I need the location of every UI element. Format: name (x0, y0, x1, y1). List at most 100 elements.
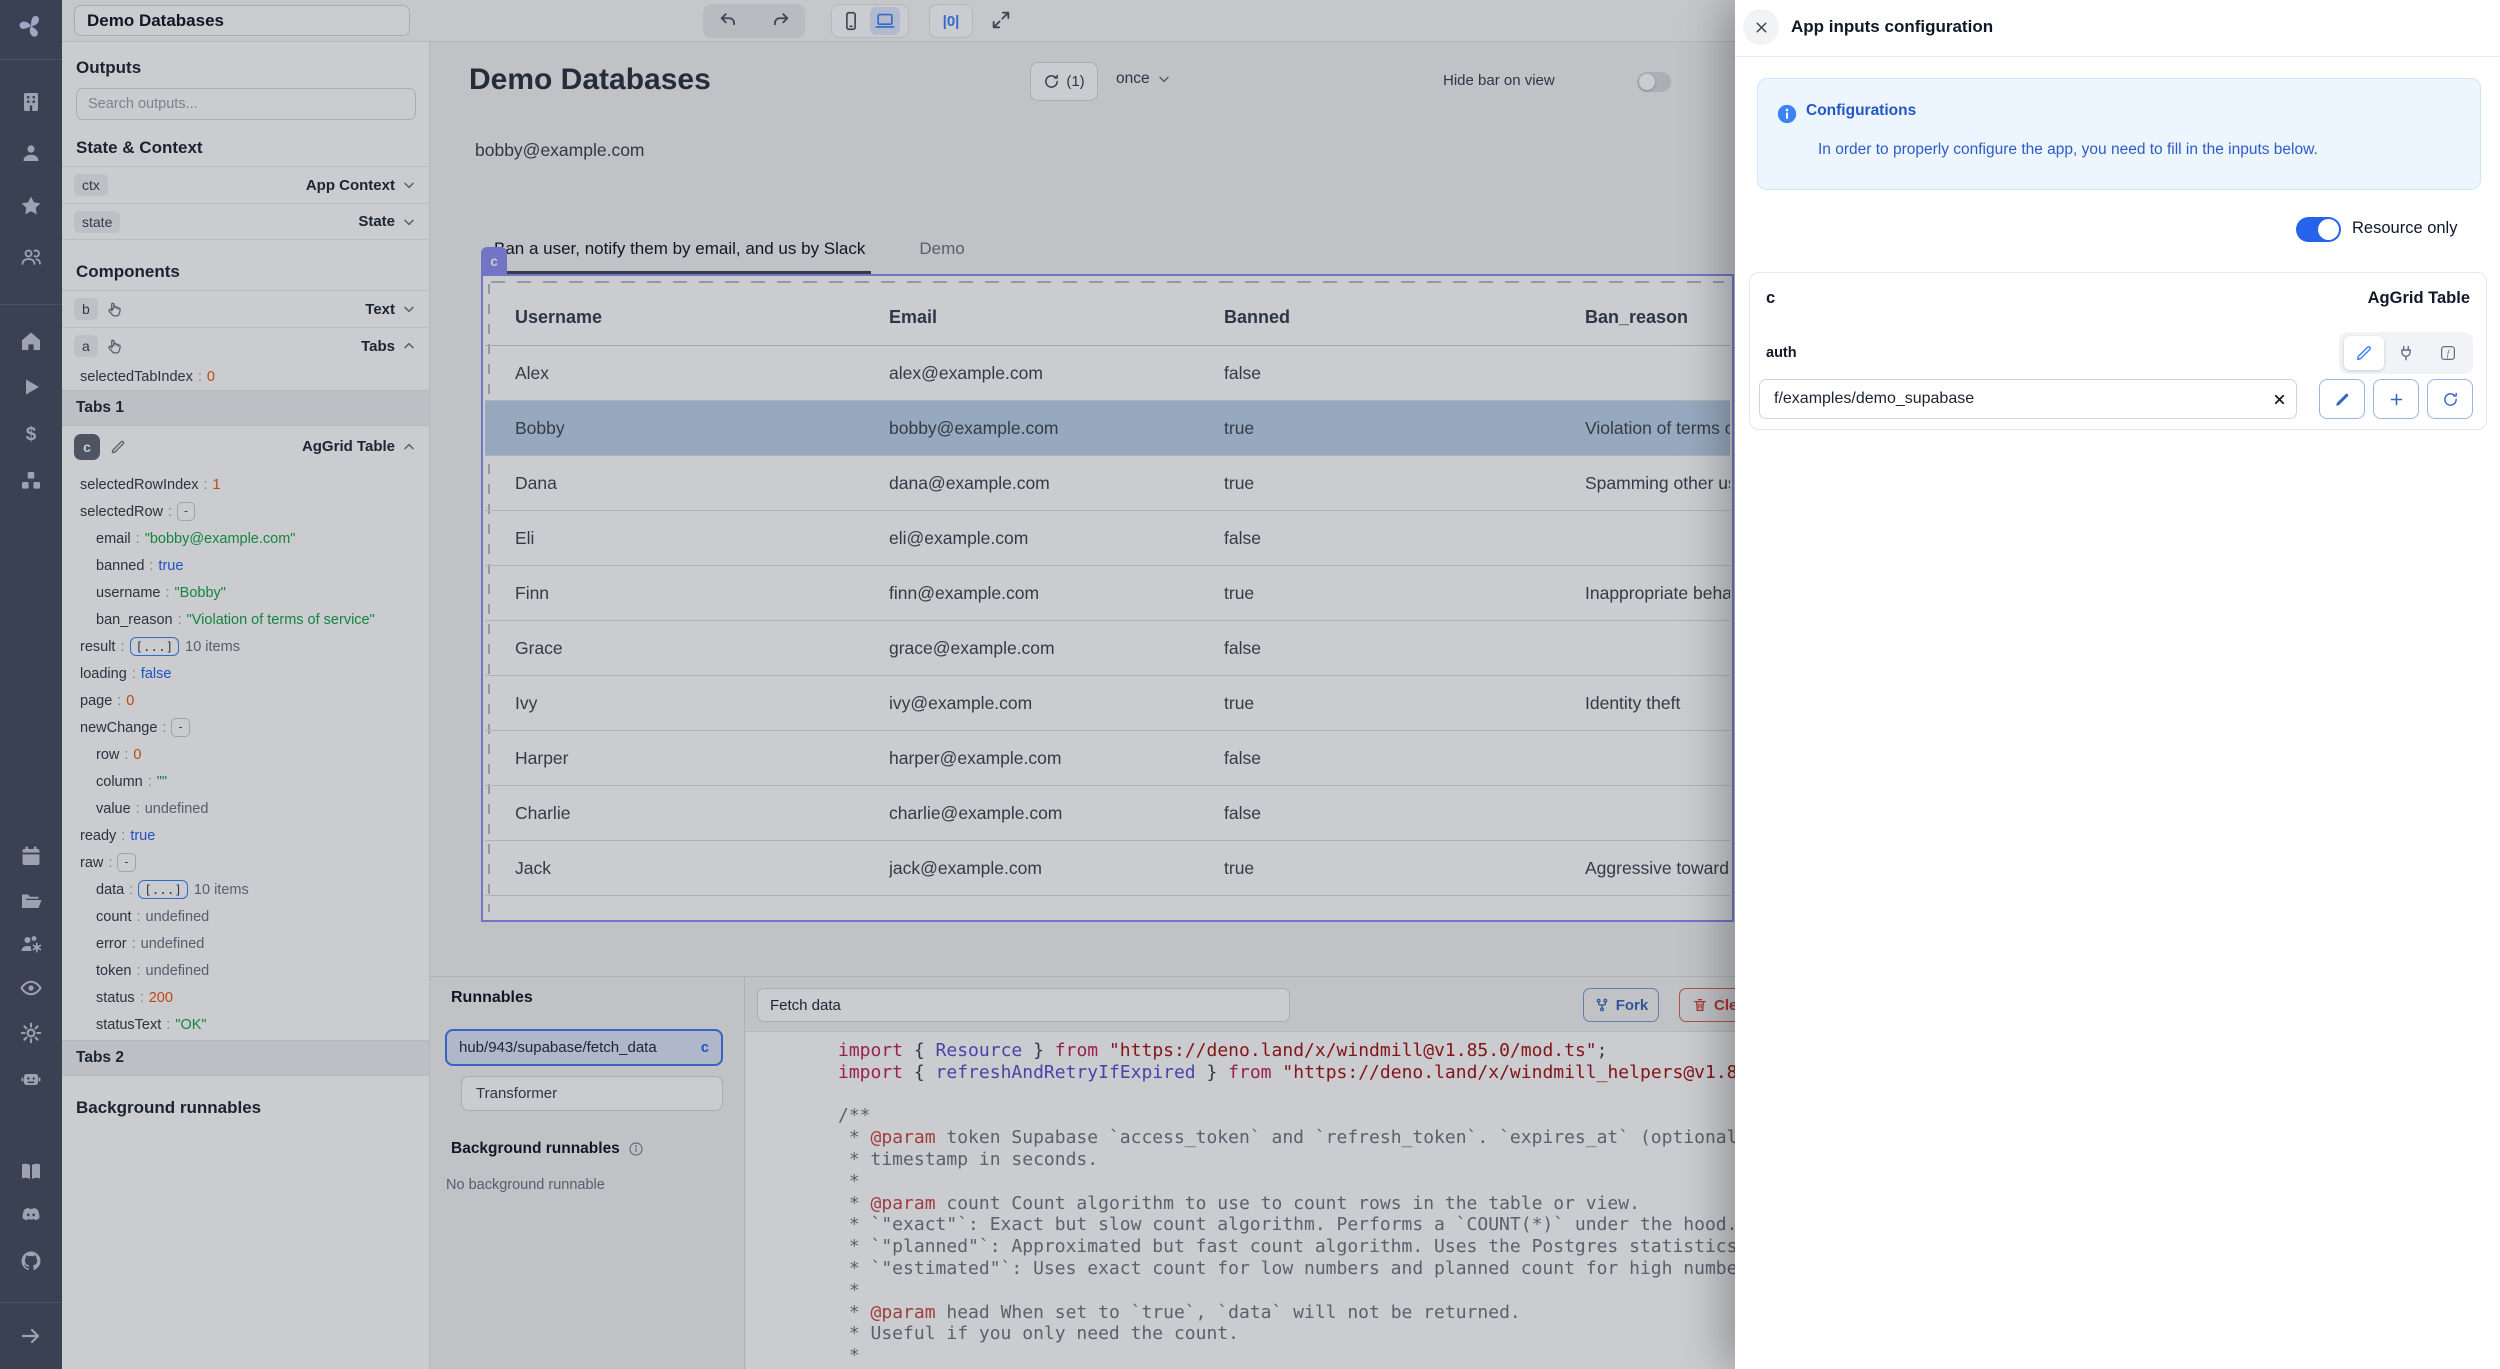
output-tree-row-error[interactable]: error:undefined (62, 930, 429, 957)
close-drawer-button[interactable] (1743, 9, 1779, 45)
table-row[interactable]: Danadana@example.comtrueSpamming other u… (485, 456, 1730, 511)
table-row[interactable]: Ivyivy@example.comtrueIdentity theft (485, 676, 1730, 731)
connect-mode-button[interactable] (2386, 336, 2426, 370)
output-tree-row-selectedRowIndex[interactable]: selectedRowIndex:1 (62, 471, 429, 498)
tabs1-section-header[interactable]: Tabs 1 (62, 390, 429, 426)
hide-bar-toggle[interactable] (1637, 72, 1671, 92)
output-tree-row-raw[interactable]: raw:- (62, 849, 429, 876)
desktop-view-icon[interactable] (870, 7, 900, 35)
table-row[interactable]: Finnfinn@example.comtrueInappropriate be… (485, 566, 1730, 621)
search-outputs-input[interactable] (76, 88, 416, 120)
refresh-app-button[interactable]: (1) (1030, 62, 1098, 101)
output-tree-row-newChange[interactable]: newChange:- (62, 714, 429, 741)
runnable-item-fetch-data[interactable]: hub/943/supabase/fetch_data c (445, 1029, 723, 1066)
runnable-item-transformer[interactable]: Transformer (461, 1076, 723, 1111)
schedule-select[interactable]: once (1116, 70, 1172, 88)
chevron-down-icon[interactable] (401, 214, 417, 230)
output-tree-row-token[interactable]: token:undefined (62, 957, 429, 984)
table-row[interactable]: Charliecharlie@example.comfalse (485, 786, 1730, 841)
tree-value[interactable]: - (117, 853, 135, 872)
maximize-icon[interactable] (990, 9, 1012, 31)
table-row[interactable]: Elieli@example.comfalse (485, 511, 1730, 566)
output-tree-row-ban_reason[interactable]: ban_reason:"Violation of terms of servic… (62, 606, 429, 633)
home-icon[interactable] (19, 329, 43, 353)
user-icon[interactable] (19, 141, 43, 165)
aggrid-table-component[interactable]: c UsernameEmailBannedBan_reason Alexalex… (481, 274, 1734, 922)
calendar-icon[interactable] (19, 844, 43, 868)
play-icon[interactable] (19, 375, 43, 399)
chevron-up-icon[interactable] (401, 439, 417, 455)
grid-align-button[interactable]: |0| (929, 4, 973, 38)
star-icon[interactable] (19, 194, 43, 218)
add-resource-button[interactable] (2373, 379, 2419, 419)
clear-resource-button[interactable] (2262, 392, 2296, 407)
table-row[interactable]: Bobbybobby@example.comtrueViolation of t… (485, 401, 1730, 456)
chevron-down-icon[interactable] (401, 301, 417, 317)
tree-value[interactable]: [...] (130, 637, 180, 656)
redo-icon[interactable] (769, 10, 791, 32)
output-tree-row-email[interactable]: email:"bobby@example.com" (62, 525, 429, 552)
pencil-icon[interactable] (110, 439, 126, 455)
eval-mode-button[interactable]: f (2428, 336, 2468, 370)
github-icon[interactable] (19, 1249, 43, 1273)
arrow-right-icon[interactable] (19, 1324, 43, 1348)
output-tree-row-row[interactable]: row:0 (62, 741, 429, 768)
output-tree-row-loading[interactable]: loading:false (62, 660, 429, 687)
edit-resource-button[interactable] (2319, 379, 2365, 419)
component-row-b[interactable]: b Text (62, 290, 429, 327)
output-row-ctx[interactable]: ctx App Context (62, 166, 429, 203)
resource-path-input[interactable] (1760, 380, 2262, 418)
canvas-tab-1[interactable]: Demo (913, 231, 970, 274)
output-row-state[interactable]: state State (62, 203, 429, 240)
output-tree-row-status[interactable]: status:200 (62, 984, 429, 1011)
output-tree-row-username[interactable]: username:"Bobby" (62, 579, 429, 606)
static-mode-button[interactable] (2344, 336, 2384, 370)
output-tree-row-count[interactable]: count:undefined (62, 903, 429, 930)
runnable-name-input[interactable] (757, 988, 1290, 1022)
discord-icon[interactable] (19, 1203, 43, 1227)
book-icon[interactable] (19, 1160, 43, 1184)
component-row-c[interactable]: c AgGrid Table (62, 426, 429, 467)
undo-icon[interactable] (718, 10, 740, 32)
column-header-banned[interactable]: Banned (1224, 307, 1585, 328)
column-header-email[interactable]: Email (889, 307, 1224, 328)
dollar-icon[interactable]: $ (19, 422, 43, 446)
table-row[interactable]: Harperharper@example.comfalse (485, 731, 1730, 786)
chevron-down-icon[interactable] (401, 177, 417, 193)
component-row-a[interactable]: a Tabs (62, 327, 429, 364)
users-cog-icon[interactable] (19, 932, 43, 956)
resource-only-toggle[interactable] (2296, 217, 2341, 242)
code-editor[interactable]: import { Resource } from "https://deno.l… (746, 1031, 1738, 1369)
building-icon[interactable] (19, 90, 43, 114)
text-component[interactable]: bobby@example.com (475, 140, 645, 161)
output-tree-row-column[interactable]: column:"" (62, 768, 429, 795)
reload-resource-button[interactable] (2427, 379, 2473, 419)
mobile-view-icon[interactable] (840, 10, 862, 32)
bot-icon[interactable] (19, 1066, 43, 1090)
output-tree-row-banned[interactable]: banned:true (62, 552, 429, 579)
tree-value[interactable]: - (171, 718, 189, 737)
output-tree-row-selectedRow[interactable]: selectedRow:- (62, 498, 429, 525)
folder-icon[interactable] (19, 889, 43, 913)
output-tree-row-result[interactable]: result:[...]10 items (62, 633, 429, 660)
canvas-tab-0[interactable]: Ban a user, notify them by email, and us… (488, 231, 871, 274)
column-header-ban_reason[interactable]: Ban_reason (1585, 307, 1730, 328)
tabs2-section-header[interactable]: Tabs 2 (62, 1040, 429, 1076)
fork-button[interactable]: Fork (1583, 988, 1659, 1022)
eye-icon[interactable] (19, 976, 43, 1000)
app-title-input[interactable] (74, 5, 410, 36)
tree-value[interactable]: [...] (138, 880, 188, 899)
column-header-username[interactable]: Username (515, 307, 889, 328)
chevron-up-icon[interactable] (401, 338, 417, 354)
output-tree-row-page[interactable]: page:0 (62, 687, 429, 714)
output-tree-row-value[interactable]: value:undefined (62, 795, 429, 822)
output-tree-row-ready[interactable]: ready:true (62, 822, 429, 849)
output-tree-row-statusText[interactable]: statusText:"OK" (62, 1011, 429, 1038)
tree-value[interactable]: - (177, 502, 195, 521)
boxes-icon[interactable] (19, 469, 43, 493)
table-row[interactable]: Jackjack@example.comtrueAggressive towar… (485, 841, 1730, 896)
users-icon[interactable] (19, 245, 43, 269)
table-row[interactable]: Alexalex@example.comfalse (485, 346, 1730, 401)
gear-icon[interactable] (19, 1021, 43, 1045)
table-row[interactable]: Gracegrace@example.comfalse (485, 621, 1730, 676)
